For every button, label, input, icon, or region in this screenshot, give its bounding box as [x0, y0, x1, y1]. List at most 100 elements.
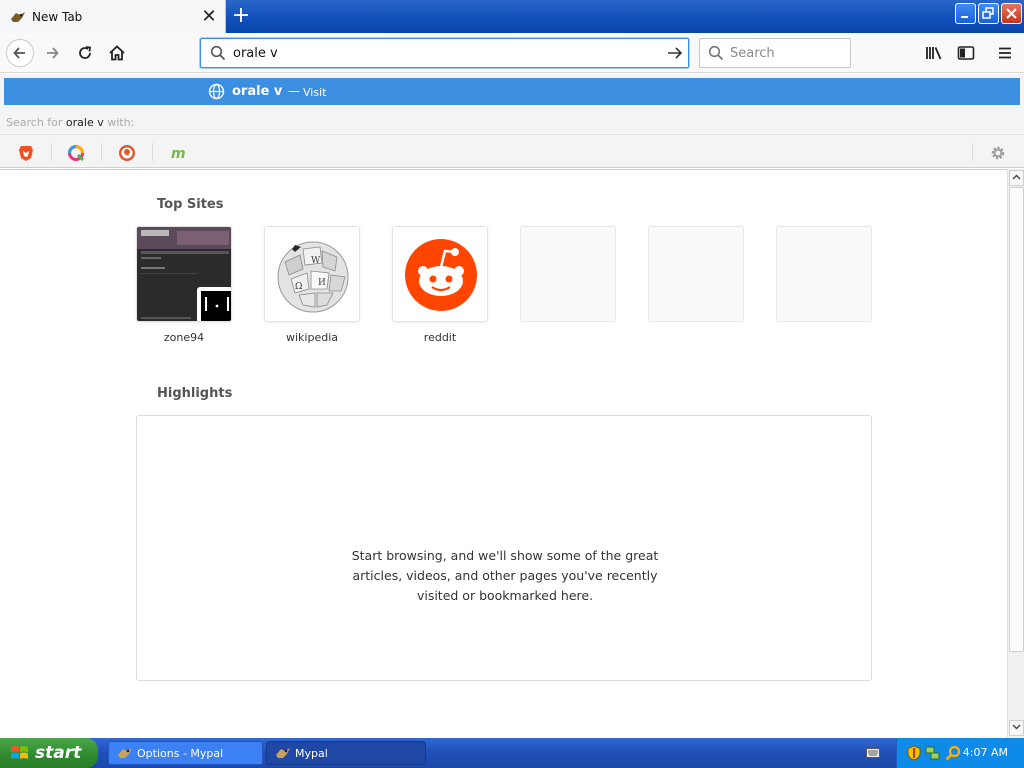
- duckduckgo-icon: [119, 145, 135, 161]
- close-window-button[interactable]: [1001, 3, 1022, 24]
- search-for-term: orale v: [65, 116, 104, 129]
- svg-text:W: W: [311, 256, 321, 266]
- scroll-thumb[interactable]: [1009, 187, 1024, 652]
- top-site-label: zone94: [163, 331, 205, 344]
- restore-icon: [982, 7, 994, 19]
- menu-button[interactable]: [993, 41, 1017, 65]
- new-tab-button[interactable]: +: [230, 4, 252, 28]
- suggestion-row[interactable]: orale v — Visit: [4, 78, 1020, 105]
- top-site-zone94[interactable]: [136, 226, 232, 322]
- engine-separator: [972, 143, 973, 161]
- search-icon: [210, 45, 226, 61]
- svg-text:И: И: [318, 278, 326, 288]
- scroll-up-button[interactable]: [1009, 170, 1024, 186]
- security-shield-icon[interactable]: [907, 745, 921, 761]
- suggestion-action: Visit: [303, 86, 327, 99]
- search-settings-button[interactable]: [988, 143, 1008, 163]
- library-icon: [926, 47, 942, 60]
- home-button[interactable]: [103, 39, 131, 67]
- gear-icon: [991, 146, 1005, 160]
- arrow-left-icon: [13, 47, 25, 59]
- top-sites-title: Top Sites: [157, 197, 224, 212]
- top-site-empty[interactable]: [776, 226, 872, 322]
- suggestion-dash: —: [288, 84, 300, 98]
- qwant-search-button[interactable]: [66, 143, 86, 163]
- brave-search-icon: [19, 146, 33, 161]
- mypal-icon: [11, 11, 25, 22]
- system-tray: 4:07 AM: [896, 738, 1024, 768]
- top-site-reddit[interactable]: [392, 226, 488, 322]
- minimize-icon: [961, 16, 968, 18]
- window-controls: [955, 3, 1022, 24]
- suggestion-text: orale v: [232, 84, 283, 99]
- hamburger-menu-icon: [999, 47, 1011, 59]
- one-off-search-engines: m: [0, 134, 1024, 168]
- url-bar[interactable]: orale v: [200, 38, 689, 68]
- new-tab-page: Top Sites zone94 W Ω И wikipedia reddit …: [0, 169, 1007, 738]
- highlights-title: Highlights: [157, 386, 233, 401]
- reload-button[interactable]: [71, 39, 99, 67]
- taskbar: start Options - Mypal Mypal 4:07 AM: [0, 738, 1024, 768]
- search-icon: [708, 45, 724, 61]
- windows-logo-icon: [11, 746, 28, 759]
- start-button[interactable]: start: [0, 738, 98, 768]
- navigation-toolbar: orale v Search: [0, 33, 1024, 73]
- autocomplete-popup: orale v — Visit Search for orale v with:…: [0, 74, 1024, 168]
- home-icon: [109, 45, 125, 61]
- reddit-icon: [405, 239, 477, 311]
- chevron-down-icon: [1012, 724, 1021, 730]
- highlights-panel: Start browsing, and we'll show some of t…: [136, 415, 872, 681]
- url-input[interactable]: orale v: [229, 46, 662, 61]
- scroll-down-button[interactable]: [1009, 720, 1024, 736]
- wikipedia-globe-icon: W Ω И: [277, 241, 349, 313]
- close-window-icon: [1006, 8, 1017, 19]
- taskbar-item-options-mypal[interactable]: Options - Mypal: [108, 741, 263, 765]
- engine-separator: [101, 143, 102, 161]
- search-placeholder: Search: [730, 45, 775, 61]
- svg-text:m: m: [171, 146, 186, 161]
- sidebar-button[interactable]: [954, 41, 978, 65]
- mypal-icon: [276, 748, 290, 758]
- duckduckgo-search-button[interactable]: [117, 143, 137, 163]
- tab-new-tab[interactable]: New Tab ✕: [0, 0, 226, 33]
- mojeek-icon: m: [171, 146, 186, 161]
- search-for-label: Search for orale v with:: [6, 116, 134, 129]
- search-tray-icon[interactable]: [945, 745, 961, 761]
- arrow-right-icon: [47, 47, 59, 59]
- mypal-icon: [118, 748, 132, 758]
- library-button[interactable]: [922, 41, 946, 65]
- mojeek-search-button[interactable]: m: [168, 143, 188, 163]
- sidebar-icon: [957, 46, 975, 60]
- search-bar[interactable]: Search: [699, 38, 851, 68]
- task-label: Options - Mypal: [137, 746, 224, 760]
- search-for-suffix: with:: [103, 116, 135, 129]
- start-label: start: [35, 743, 82, 763]
- top-site-empty[interactable]: [648, 226, 744, 322]
- top-site-label: reddit: [423, 331, 457, 344]
- top-site-label: wikipedia: [285, 331, 338, 344]
- vertical-scrollbar[interactable]: [1007, 169, 1024, 738]
- engine-separator: [152, 143, 153, 161]
- zone94-thumbnail: [137, 227, 231, 321]
- keyboard-icon[interactable]: [866, 747, 880, 759]
- reload-icon: [79, 46, 92, 59]
- globe-icon: [208, 83, 225, 100]
- qwant-icon: [68, 145, 85, 162]
- brave-search-button[interactable]: [16, 143, 36, 163]
- network-icon[interactable]: [925, 745, 941, 761]
- chevron-up-icon: [1012, 174, 1021, 180]
- minimize-button[interactable]: [955, 3, 976, 24]
- close-tab-icon[interactable]: ✕: [199, 6, 219, 27]
- task-label: Mypal: [295, 746, 328, 760]
- top-site-empty[interactable]: [520, 226, 616, 322]
- go-arrow-icon[interactable]: [662, 45, 688, 61]
- restore-button[interactable]: [978, 3, 999, 24]
- back-button[interactable]: [6, 39, 34, 67]
- svg-text:Ω: Ω: [295, 282, 302, 292]
- taskbar-item-mypal[interactable]: Mypal: [266, 741, 426, 765]
- engine-separator: [51, 143, 52, 161]
- forward-button[interactable]: [38, 39, 66, 67]
- top-site-wikipedia[interactable]: W Ω И: [264, 226, 360, 322]
- title-bar: New Tab ✕ +: [0, 0, 1024, 33]
- search-for-prefix: Search for: [6, 116, 66, 129]
